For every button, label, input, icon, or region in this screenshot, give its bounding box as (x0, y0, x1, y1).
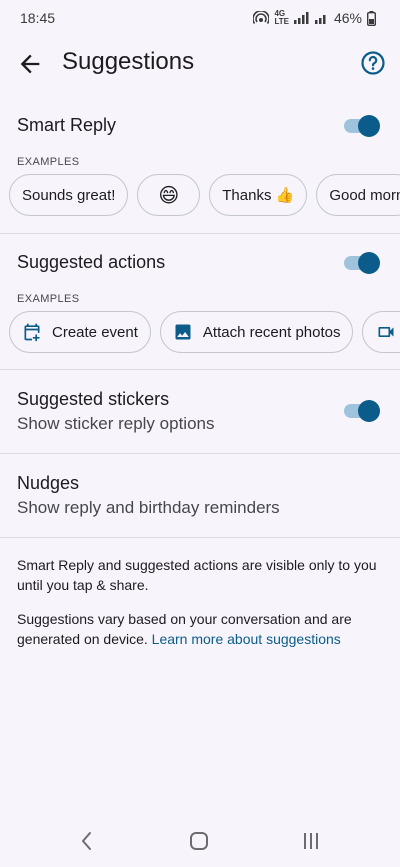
create-event-chip[interactable]: Create event (9, 311, 151, 353)
reply-chip[interactable]: Sounds great! (9, 174, 129, 216)
smart-reply-title: Smart Reply (17, 115, 117, 135)
divider (0, 233, 400, 234)
stickers-toggle[interactable] (344, 399, 380, 422)
status-icons: 4G LTE 46% (253, 10, 376, 26)
learn-more-link[interactable]: Learn more about suggestions (152, 631, 341, 647)
nudges-subtitle: Show reply and birthday reminders (17, 498, 280, 517)
suggested-actions-title: Suggested actions (17, 252, 166, 272)
chip-label: Create event (52, 323, 138, 341)
info-note: Suggestions vary based on your conversat… (17, 609, 387, 649)
attach-photos-chip[interactable]: Attach recent photos (159, 311, 354, 353)
status-bar: 18:45 4G LTE 46% (0, 0, 400, 36)
stickers-title: Suggested stickers (17, 389, 170, 409)
nudges-title: Nudges (17, 473, 80, 493)
battery-icon (367, 10, 376, 26)
toggle-thumb (358, 400, 380, 422)
privacy-note: Smart Reply and suggested actions are vi… (17, 557, 377, 593)
signal-icon-2 (314, 15, 326, 24)
smart-reply-toggle[interactable] (344, 114, 380, 137)
toggle-thumb (358, 115, 380, 137)
nav-back-icon[interactable] (78, 830, 96, 852)
toggle-thumb (358, 252, 380, 274)
signal-icon (293, 12, 309, 24)
divider (0, 453, 400, 454)
suggested-actions-examples-label: EXAMPLES (17, 293, 80, 305)
smart-reply-examples-label: EXAMPLES (17, 156, 80, 168)
back-arrow-icon[interactable] (16, 50, 44, 78)
smart-reply-chips: Sounds great! 😄 Thanks 👍 Good morn (9, 174, 400, 216)
battery-level: 46% (333, 10, 362, 26)
calendar-add-icon (22, 322, 42, 342)
stickers-subtitle: Show sticker reply options (17, 414, 215, 433)
hotspot-icon (253, 11, 270, 24)
divider (0, 369, 400, 370)
reply-chip[interactable]: Thanks 👍 (209, 174, 308, 216)
video-call-chip[interactable] (362, 311, 400, 353)
app-bar: Suggestions (0, 40, 400, 86)
status-time: 18:45 (20, 10, 56, 26)
suggested-actions-chips: Create event Attach recent photos (9, 311, 400, 353)
system-nav-bar (0, 820, 400, 867)
nav-home-icon[interactable] (188, 830, 210, 852)
page-title: Suggestions (62, 48, 195, 75)
suggested-actions-toggle[interactable] (344, 251, 380, 274)
reply-chip[interactable]: 😄 (137, 174, 201, 216)
reply-chip[interactable]: Good morn (316, 174, 400, 216)
divider (0, 537, 400, 538)
image-icon (173, 322, 193, 342)
chip-label: Attach recent photos (202, 323, 341, 341)
nav-recents-icon[interactable] (300, 830, 322, 852)
video-icon (375, 322, 397, 342)
help-icon[interactable] (360, 50, 386, 76)
network-type: 4G LTE (274, 9, 289, 26)
